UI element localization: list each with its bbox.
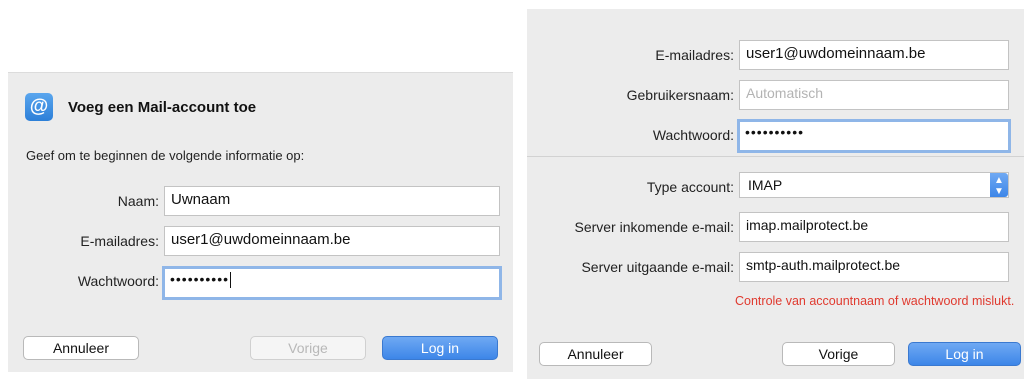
outgoing-server-label: Server uitgaande e-mail: <box>581 259 734 275</box>
email-label: E-mailadres: <box>80 233 159 249</box>
password-label: Wachtwoord: <box>652 127 734 143</box>
email-label: E-mailadres: <box>655 47 734 63</box>
email-field[interactable]: user1@uwdomeinnaam.be <box>739 40 1009 70</box>
login-button[interactable]: Log in <box>382 336 498 360</box>
back-button[interactable]: Vorige <box>782 342 895 366</box>
password-label: Wachtwoord: <box>77 273 159 289</box>
cancel-button[interactable]: Annuleer <box>539 342 652 366</box>
username-label: Gebruikersnaam: <box>626 87 734 103</box>
name-field[interactable]: Uwnaam <box>164 186 500 216</box>
chevron-updown-icon: ▲ ▼ <box>990 173 1008 197</box>
password-field[interactable]: •••••••••• <box>737 119 1011 153</box>
password-field[interactable]: •••••••••• <box>162 266 502 300</box>
cancel-button[interactable]: Annuleer <box>23 336 139 360</box>
back-button[interactable]: Vorige <box>250 336 366 360</box>
account-type-label: Type account: <box>646 179 734 195</box>
incoming-server-field[interactable]: imap.mailprotect.be <box>739 212 1009 242</box>
username-field[interactable]: Automatisch <box>739 80 1009 110</box>
section-divider <box>527 156 1024 157</box>
text-cursor <box>230 272 232 289</box>
add-mail-account-dialog: @ Voeg een Mail-account toe Geef om te b… <box>8 72 513 372</box>
name-label: Naam: <box>117 193 159 209</box>
email-field[interactable]: user1@uwdomeinnaam.be <box>164 226 500 256</box>
incoming-server-label: Server inkomende e-mail: <box>574 219 734 235</box>
intro-text: Geef om te beginnen de volgende informat… <box>26 148 305 163</box>
password-value: •••••••••• <box>170 271 230 287</box>
mail-at-icon: @ <box>25 93 53 121</box>
dialog-title: Voeg een Mail-account toe <box>68 99 257 116</box>
account-type-value: IMAP <box>748 177 783 193</box>
account-type-select[interactable]: IMAP ▲ ▼ <box>739 172 1009 198</box>
mail-account-settings-dialog: E-mailadres: user1@uwdomeinnaam.be Gebru… <box>527 9 1024 379</box>
outgoing-server-field[interactable]: smtp-auth.mailprotect.be <box>739 252 1009 282</box>
login-button[interactable]: Log in <box>908 342 1021 366</box>
error-message: Controle van accountnaam of wachtwoord m… <box>735 294 1015 308</box>
